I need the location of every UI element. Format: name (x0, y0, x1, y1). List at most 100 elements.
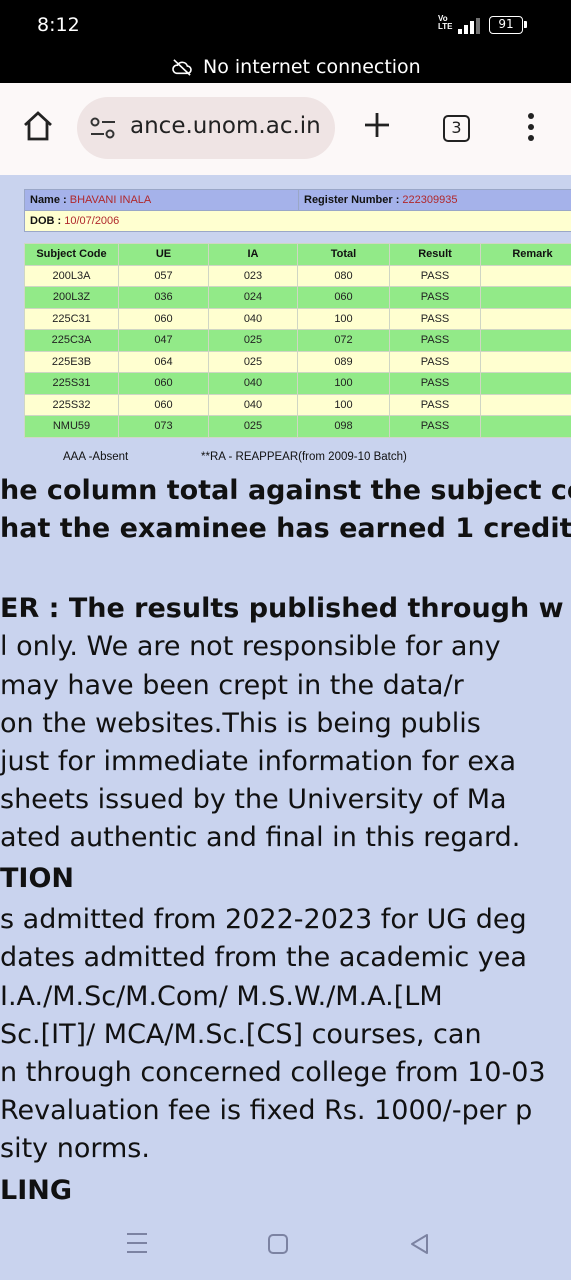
ue-mark: 060 (118, 372, 209, 395)
disclaimer-line: sheets issued by the University of Ma (0, 784, 507, 815)
marks-header-row: Subject Code UE IA Total Result Remark (24, 243, 571, 266)
subject-code: 200L3Z (24, 286, 119, 309)
subject-code: 225E3B (24, 350, 119, 373)
name-cell: Name : BHAVANI INALA (24, 189, 299, 211)
browser-toolbar: ance.unom.ac.in 3 (0, 83, 571, 175)
total-mark: 089 (297, 350, 390, 373)
ia-mark: 023 (208, 264, 298, 287)
legend-absent: AAA -Absent (63, 451, 129, 463)
name-label: Name : (30, 194, 67, 206)
col-header: Subject Code (24, 243, 119, 266)
legend-reappear: **RA - REAPPEAR(from 2009-10 Batch) (201, 451, 407, 463)
remark (480, 286, 571, 309)
ia-mark: 025 (208, 415, 298, 438)
revaluation-line: n through concerned college from 10-03 (0, 1057, 546, 1088)
revaluation-line: sity norms. (0, 1133, 150, 1164)
connection-banner: No internet connection (0, 52, 571, 83)
col-header: UE (118, 243, 209, 266)
section-heading: LING (0, 1175, 73, 1205)
result: PASS (389, 329, 481, 352)
ue-mark: 036 (118, 286, 209, 309)
table-row: NMU59 073 025 098 PASS (24, 415, 571, 438)
ia-mark: 025 (208, 350, 298, 373)
address-bar[interactable]: ance.unom.ac.in (77, 97, 335, 159)
total-mark: 100 (297, 307, 390, 330)
total-mark: 100 (297, 372, 390, 395)
site-settings-icon[interactable] (89, 116, 117, 140)
url-text[interactable]: ance.unom.ac.in (130, 113, 321, 139)
student-info-table: Name : BHAVANI INALA Register Number : 2… (24, 189, 571, 232)
result: PASS (389, 286, 481, 309)
register-label: Register Number : (304, 194, 400, 206)
disclaimer-line: ER : The results published through w (0, 593, 564, 624)
table-row: 200L3Z 036 024 060 PASS (24, 286, 571, 309)
total-mark: 072 (297, 329, 390, 352)
table-row: 225S32 060 040 100 PASS (24, 393, 571, 416)
revaluation-line: dates admitted from the academic yea (0, 942, 527, 973)
dob-label: DOB : (30, 215, 62, 227)
revaluation-heading: TION (0, 863, 75, 894)
home-nav-icon[interactable] (268, 1234, 288, 1254)
remark (480, 393, 571, 416)
subject-code: 225S32 (24, 393, 119, 416)
cloud-off-icon (172, 59, 192, 76)
credits-note-line: hat the examinee has earned 1 credits in (0, 513, 571, 544)
battery-icon: 91 (489, 16, 527, 34)
tab-switcher-button[interactable]: 3 (443, 115, 470, 142)
remark (480, 307, 571, 330)
remark (480, 415, 571, 438)
more-menu-icon[interactable] (526, 113, 536, 145)
result: PASS (389, 264, 481, 287)
ue-mark: 064 (118, 350, 209, 373)
credits-note-line: he column total against the subject code (0, 475, 571, 506)
col-header: Remark (480, 243, 571, 266)
result: PASS (389, 372, 481, 395)
clock: 8:12 (37, 14, 80, 36)
ue-mark: 047 (118, 329, 209, 352)
total-mark: 080 (297, 264, 390, 287)
web-page: Name : BHAVANI INALA Register Number : 2… (0, 175, 571, 1205)
dob-value: 10/07/2006 (64, 215, 120, 227)
recents-icon[interactable] (127, 1233, 147, 1253)
result: PASS (389, 393, 481, 416)
col-header: Result (389, 243, 481, 266)
home-icon[interactable] (22, 110, 54, 142)
col-header: IA (208, 243, 298, 266)
status-bar: 8:12 Vo LTE 91 (0, 0, 571, 52)
subject-code: 200L3A (24, 264, 119, 287)
table-row: 225C3A 047 025 072 PASS (24, 329, 571, 352)
disclaimer-line: may have been crept in the data/r (0, 670, 464, 701)
ia-mark: 040 (208, 372, 298, 395)
ue-mark: 073 (118, 415, 209, 438)
ue-mark: 057 (118, 264, 209, 287)
table-row: 225S31 060 040 100 PASS (24, 372, 571, 395)
disclaimer-line: just for immediate information for exa (0, 746, 517, 777)
new-tab-icon[interactable] (362, 110, 392, 140)
back-icon[interactable] (408, 1232, 430, 1256)
total-mark: 060 (297, 286, 390, 309)
total-mark: 098 (297, 415, 390, 438)
remark (480, 350, 571, 373)
remark (480, 329, 571, 352)
col-header: Total (297, 243, 390, 266)
subject-code: 225C31 (24, 307, 119, 330)
marks-table: Subject Code UE IA Total Result Remark 2… (24, 243, 571, 438)
ia-mark: 040 (208, 393, 298, 416)
remark (480, 372, 571, 395)
subject-code: NMU59 (24, 415, 119, 438)
signal-icon (458, 18, 480, 34)
revaluation-line: Sc.[IT]/ MCA/M.Sc.[CS] courses, can (0, 1019, 482, 1050)
volte-icon: Vo LTE (438, 14, 453, 31)
ia-mark: 024 (208, 286, 298, 309)
register-number: 222309935 (402, 194, 458, 206)
disclaimer-line: on the websites.This is being publis (0, 708, 481, 739)
disclaimer-line: l only. We are not responsible for any (0, 631, 501, 662)
result: PASS (389, 350, 481, 373)
student-name: BHAVANI INALA (69, 194, 152, 206)
remark (480, 264, 571, 287)
table-row: 200L3A 057 023 080 PASS (24, 264, 571, 287)
system-nav-bar (0, 1205, 571, 1280)
ia-mark: 040 (208, 307, 298, 330)
ue-mark: 060 (118, 393, 209, 416)
ia-mark: 025 (208, 329, 298, 352)
